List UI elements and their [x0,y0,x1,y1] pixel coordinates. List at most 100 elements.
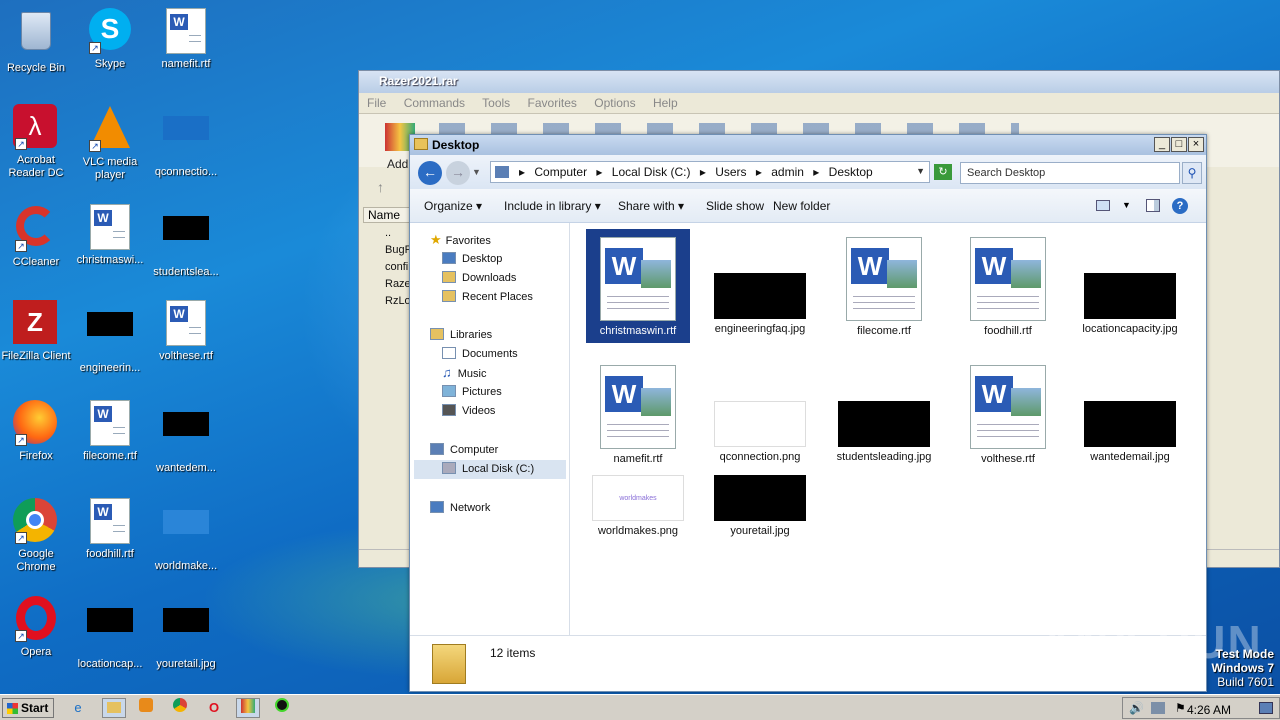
add-label[interactable]: Add [387,157,408,171]
menu-tools[interactable]: Tools [482,96,510,110]
slide-show-button[interactable]: Slide show [706,199,764,213]
desktop-icon-namefit[interactable]: W namefit.rtf [148,8,224,71]
breadcrumb-local-disk[interactable]: Local Disk (C:) [612,165,691,179]
view-dropdown-icon[interactable]: ▼ [1122,200,1131,210]
explorer-titlebar[interactable]: Desktop _ □ × [410,135,1206,155]
maximize-button[interactable]: □ [1171,137,1187,152]
opera-taskbar-icon[interactable]: O [202,698,226,718]
desktop-icon-volthese[interactable]: W volthese.rtf [148,300,224,363]
explorer-window[interactable]: Desktop _ □ × ← → ▼ ▸ Computer ▸ Local D… [409,134,1207,692]
desktop-icon-christmaswin[interactable]: W christmaswi... [72,204,148,267]
file-item-filecome[interactable]: W filecome.rtf [832,229,936,338]
menu-file[interactable]: File [367,96,386,110]
desktop-icon-opera[interactable]: ↗ Opera [0,596,74,659]
nav-downloads[interactable]: Downloads [442,269,516,287]
nav-videos[interactable]: Videos [442,402,495,420]
show-desktop-icon[interactable] [1259,702,1273,714]
winrar-taskbar-icon[interactable] [236,698,260,718]
start-button[interactable]: Start [2,698,54,718]
list-item[interactable]: BugR [363,242,413,259]
nav-libraries[interactable]: Libraries [430,326,492,344]
desktop-icon-firefox[interactable]: ↗ Firefox [0,400,74,463]
menu-help[interactable]: Help [653,96,678,110]
desktop-icon-acrobat[interactable]: λ ↗ Acrobat Reader DC [0,104,74,180]
close-button[interactable]: × [1188,137,1204,152]
menu-favorites[interactable]: Favorites [528,96,577,110]
file-item-namefit[interactable]: W namefit.rtf [586,357,690,466]
file-item-christmaswin[interactable]: W christmaswin.rtf [586,229,690,343]
network-tray-icon[interactable] [1151,702,1165,714]
desktop-icon-qconnection[interactable]: qconnectio... [148,104,224,179]
file-item-wantedemail[interactable]: wantedemail.jpg [1078,357,1182,464]
desktop-icon-skype[interactable]: S ↗ Skype [72,8,148,71]
breadcrumb-users[interactable]: Users [715,165,746,179]
include-in-library-button[interactable]: Include in library ▾ [504,199,601,213]
breadcrumb-computer[interactable]: Computer [534,165,587,179]
desktop-icon-filecome[interactable]: W filecome.rtf [72,400,148,463]
forward-button[interactable]: → [446,161,470,185]
breadcrumb-admin[interactable]: admin [771,165,804,179]
column-header-name[interactable]: Name [363,207,411,223]
action-center-flag-icon[interactable]: ⚑ [1175,701,1186,715]
up-arrow-icon[interactable]: ↑ [377,179,384,195]
nav-favorites[interactable]: ★ Favorites [430,231,491,249]
new-folder-button[interactable]: New folder [773,199,830,213]
winrar-titlebar[interactable]: Razer2021.rar [359,71,1279,93]
preview-pane-icon[interactable] [1146,199,1160,212]
desktop-icon-locationcapacity[interactable]: locationcap... [72,596,148,671]
list-item[interactable]: Raze [363,276,411,293]
nav-desktop[interactable]: Desktop [442,250,502,268]
file-item-engineeringfaq[interactable]: engineeringfaq.jpg [708,229,812,336]
organize-button[interactable]: Organize ▾ [424,199,482,213]
nav-computer[interactable]: Computer [430,441,498,459]
help-icon[interactable]: ? [1172,198,1188,214]
list-item[interactable]: confi [363,259,411,276]
clock[interactable]: 4:26 AM [1187,703,1231,717]
back-button[interactable]: ← [418,161,442,185]
desktop-icon-studentsleading[interactable]: studentslea... [148,204,224,279]
list-item[interactable]: .. [363,225,411,242]
nav-pictures[interactable]: Pictures [442,383,502,401]
share-with-button[interactable]: Share with ▾ [618,199,684,213]
breadcrumb[interactable]: ▸ Computer ▸ Local Disk (C:) ▸ Users ▸ a… [490,161,930,183]
razer-taskbar-icon[interactable] [270,698,294,718]
list-item[interactable]: RzLo [363,293,411,310]
desktop-icon-engineeringfaq[interactable]: engineerin... [72,300,148,375]
nav-recent-places[interactable]: Recent Places [442,288,533,306]
recent-pages-chevron-icon[interactable]: ▼ [472,167,481,177]
desktop-icon-youretail[interactable]: youretail.jpg [148,596,224,671]
menu-options[interactable]: Options [594,96,635,110]
internet-explorer-icon[interactable]: e [66,698,90,718]
nav-network[interactable]: Network [430,499,490,517]
breadcrumb-desktop[interactable]: Desktop [829,165,873,179]
minimize-button[interactable]: _ [1154,137,1170,152]
explorer-taskbar-icon[interactable] [102,698,126,718]
chrome-taskbar-icon[interactable] [168,698,192,718]
nav-documents[interactable]: Documents [442,345,518,363]
search-input[interactable]: Search Desktop [960,162,1180,184]
file-item-studentsleading[interactable]: studentsleading.jpg [832,357,936,464]
desktop-icon-foodhill[interactable]: W foodhill.rtf [72,498,148,561]
refresh-icon[interactable]: ↻ [934,164,952,180]
address-dropdown-icon[interactable]: ▼ [916,166,925,176]
desktop-icon-filezilla[interactable]: Z FileZilla Client [0,300,74,363]
desktop-icon-vlc[interactable]: ↗ VLC media player [72,104,148,182]
desktop-icon-ccleaner[interactable]: ↗ CCleaner [0,204,74,269]
file-item-foodhill[interactable]: W foodhill.rtf [956,229,1060,338]
desktop-icon-wantedemail[interactable]: wantedem... [148,400,224,475]
media-player-icon[interactable] [134,698,158,718]
file-item-worldmakes[interactable]: worldmakes worldmakes.png [586,467,690,538]
menu-commands[interactable]: Commands [404,96,465,110]
desktop-icon-worldmakes[interactable]: worldmake... [148,498,224,573]
file-item-qconnection[interactable]: qconnection.png [708,357,812,464]
file-item-youretail[interactable]: youretail.jpg [708,467,812,538]
search-icon[interactable]: ⚲ [1182,162,1202,184]
desktop-icon-chrome[interactable]: ↗ Google Chrome [0,498,74,574]
nav-local-disk[interactable]: Local Disk (C:) [442,460,534,478]
file-item-volthese[interactable]: W volthese.rtf [956,357,1060,466]
desktop-icon-recycle-bin[interactable]: Recycle Bin [0,8,74,75]
nav-music[interactable]: ♫ Music [442,364,486,382]
change-view-icon[interactable] [1096,200,1110,211]
file-item-locationcapacity[interactable]: locationcapacity.jpg [1078,229,1182,336]
speaker-icon[interactable]: 🔊 [1129,701,1144,715]
